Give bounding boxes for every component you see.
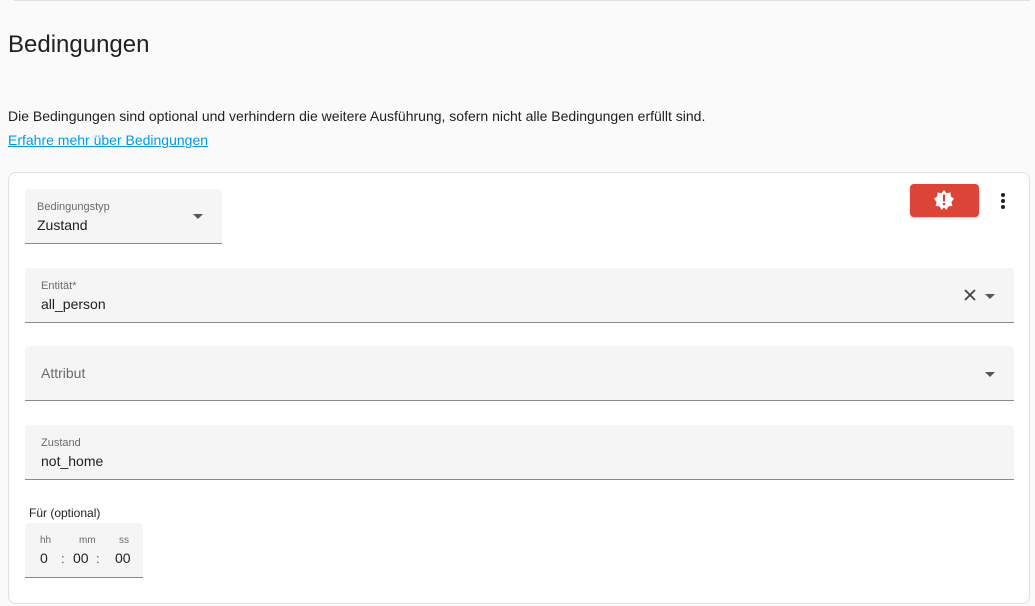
- minutes-unit-label: mm: [79, 535, 96, 546]
- entity-input[interactable]: Entität* all_person: [25, 268, 1014, 323]
- condition-card: Bedingungstyp Zustand Entität* all_perso…: [8, 172, 1030, 604]
- duration-label: Für (optional): [29, 506, 101, 520]
- state-label: Zustand: [41, 437, 81, 449]
- attribute-placeholder: Attribut: [41, 365, 86, 381]
- dots-vertical-icon[interactable]: [993, 190, 1013, 212]
- learn-more-link[interactable]: Erfahre mehr über Bedingungen: [8, 132, 208, 148]
- warning-button[interactable]: [910, 184, 979, 217]
- hours-input[interactable]: 0: [40, 550, 48, 566]
- seconds-input[interactable]: 00: [115, 550, 131, 566]
- entity-value: all_person: [41, 296, 106, 312]
- duration-input[interactable]: hh 0 : mm 00 : ss 00: [25, 523, 143, 578]
- hours-unit-label: hh: [40, 535, 52, 546]
- state-input[interactable]: Zustand not_home: [25, 425, 1014, 480]
- time-separator: :: [61, 551, 65, 566]
- attribute-select[interactable]: Attribut: [25, 346, 1014, 401]
- condition-type-label: Bedingungstyp: [37, 201, 110, 213]
- close-icon[interactable]: [963, 288, 977, 302]
- top-divider: [14, 0, 1030, 1]
- condition-type-select[interactable]: Bedingungstyp Zustand: [25, 189, 222, 244]
- chevron-down-icon: [193, 214, 203, 219]
- alert-badge-icon: [934, 190, 954, 210]
- seconds-unit-label: ss: [119, 535, 129, 546]
- section-description: Die Bedingungen sind optional und verhin…: [8, 108, 706, 124]
- time-separator: :: [96, 551, 100, 566]
- chevron-down-icon[interactable]: [985, 294, 995, 299]
- minutes-input[interactable]: 00: [73, 550, 89, 566]
- section-title: Bedingungen: [8, 31, 150, 58]
- state-value: not_home: [41, 453, 104, 469]
- condition-type-value: Zustand: [37, 217, 88, 233]
- entity-label: Entität*: [41, 280, 77, 292]
- chevron-down-icon: [985, 372, 995, 377]
